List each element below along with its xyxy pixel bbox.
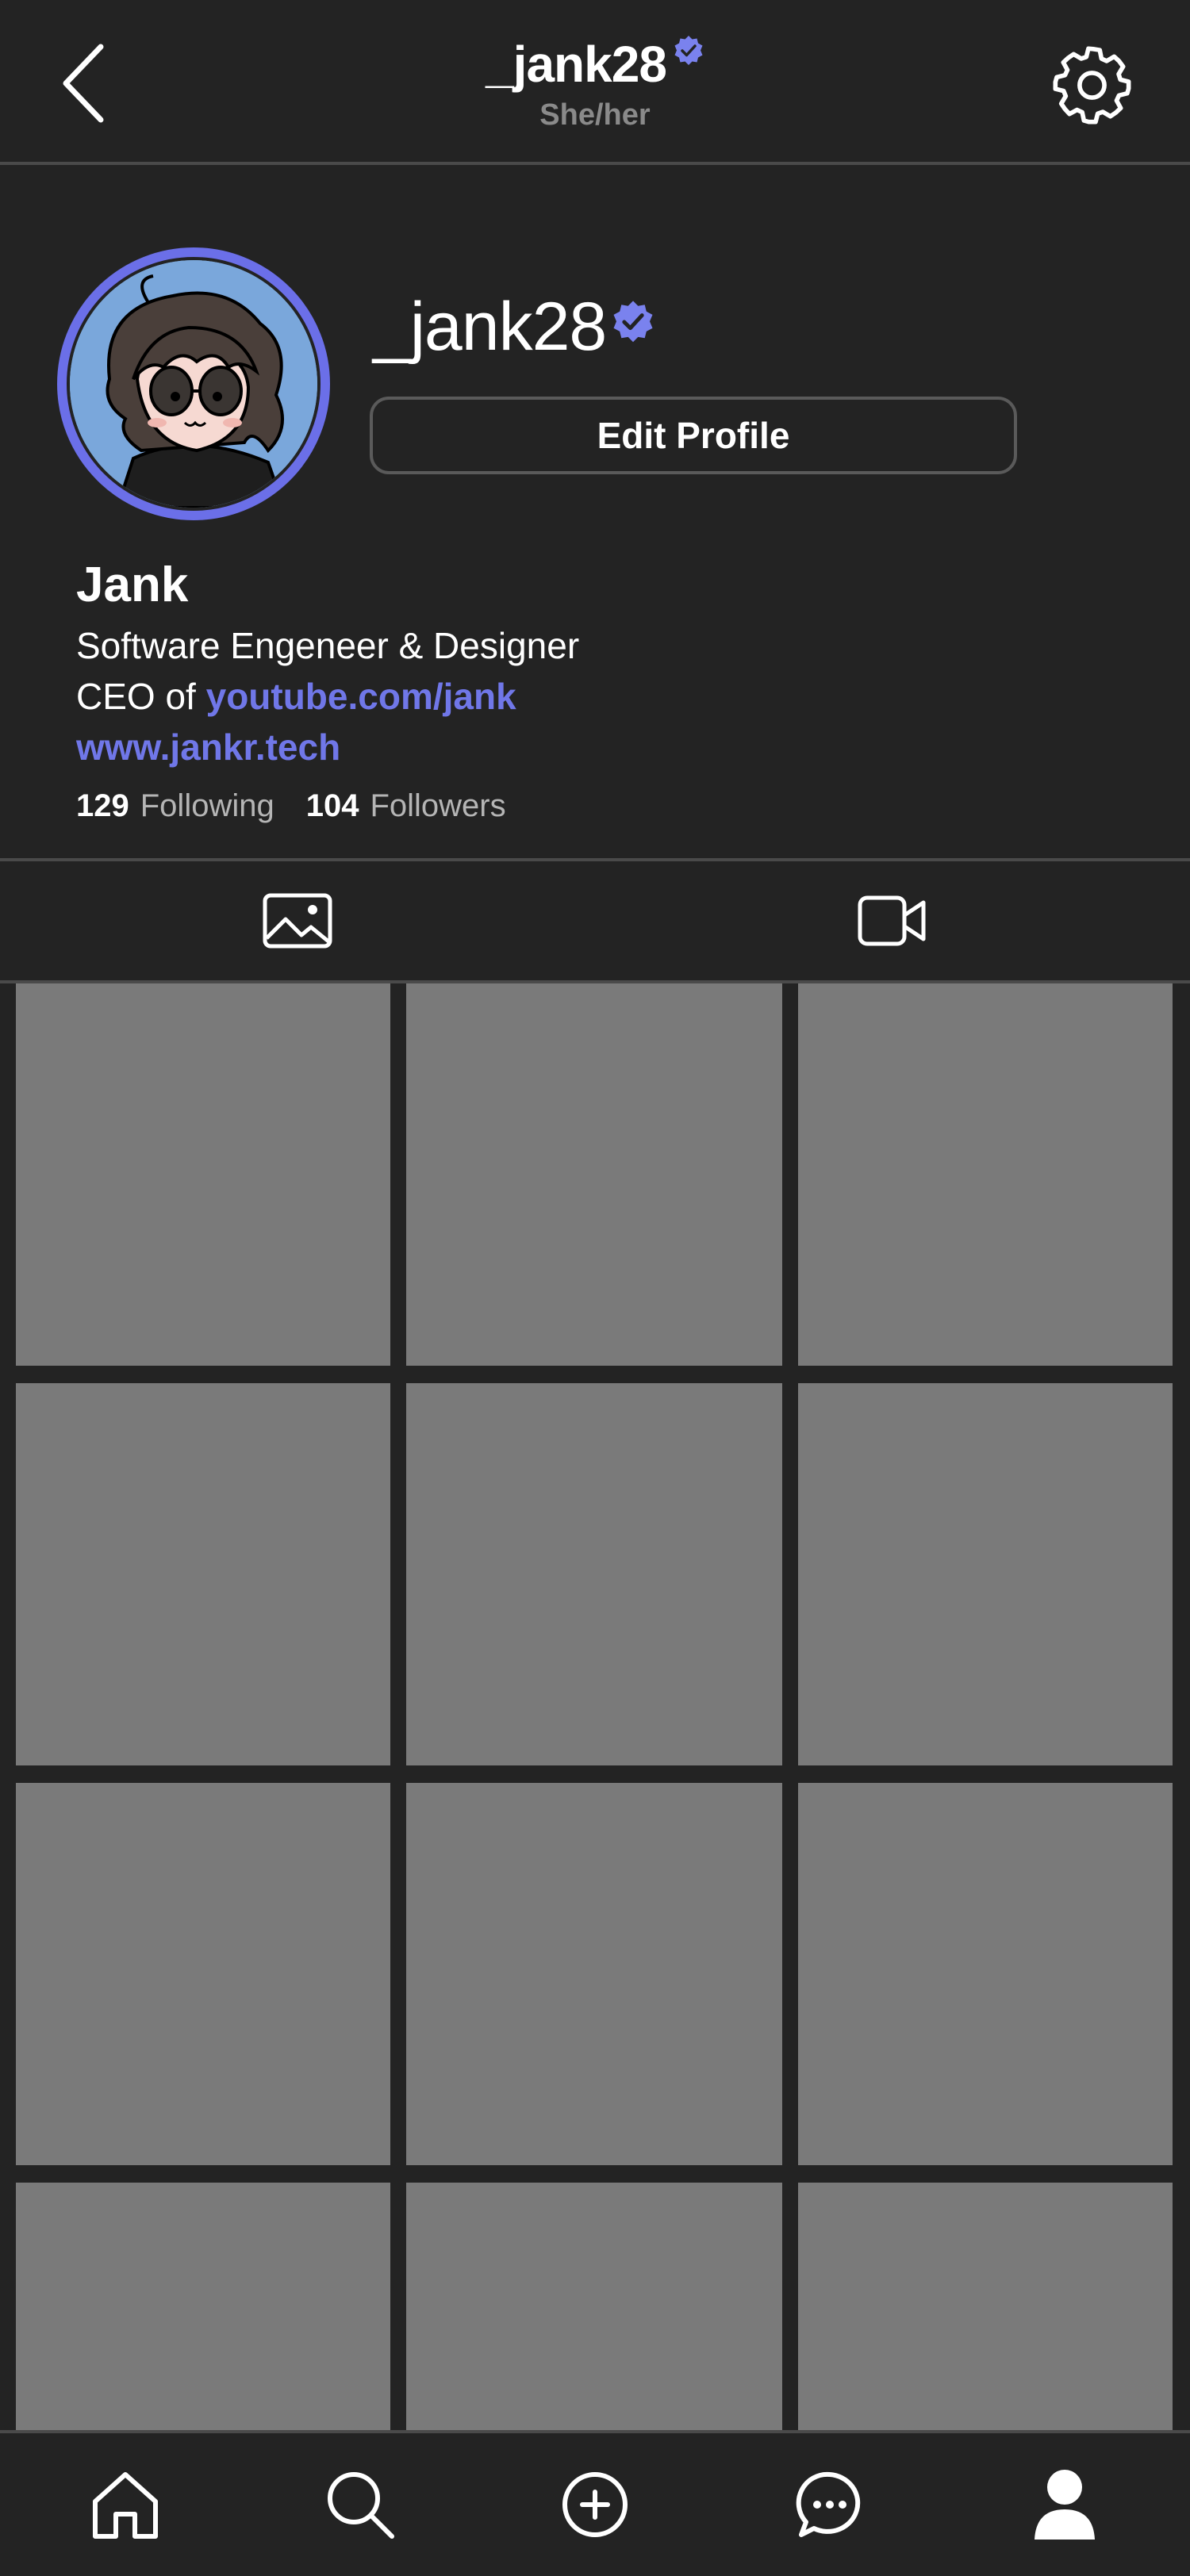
grid-item[interactable] bbox=[406, 983, 782, 1366]
profile-screen: _jank28 She/her _jank28 Edit Profile Jan… bbox=[0, 0, 1190, 2576]
tab-photos[interactable] bbox=[0, 861, 595, 980]
tab-videos[interactable] bbox=[595, 861, 1190, 980]
search-icon bbox=[322, 2467, 398, 2543]
profile-section: _jank28 Edit Profile Jank Software Engen… bbox=[0, 168, 1190, 858]
nav-profile[interactable] bbox=[1001, 2441, 1128, 2568]
followers-count: 104 bbox=[305, 788, 359, 823]
posts-grid bbox=[16, 983, 1173, 2430]
chat-icon bbox=[793, 2468, 866, 2541]
profile-icon bbox=[1033, 2467, 1096, 2543]
following-count: 129 bbox=[76, 788, 129, 823]
following-label: Following bbox=[140, 788, 274, 823]
grid-item[interactable] bbox=[406, 2183, 782, 2430]
bio: Software Engeneer & Designer CEO of yout… bbox=[76, 620, 579, 772]
profile-username: _jank28 bbox=[373, 289, 607, 365]
image-icon bbox=[262, 892, 333, 949]
grid-item[interactable] bbox=[16, 983, 390, 1366]
nav-messages[interactable] bbox=[766, 2441, 893, 2568]
avatar[interactable] bbox=[57, 247, 330, 520]
grid-item[interactable] bbox=[406, 1783, 782, 2165]
grid-item[interactable] bbox=[798, 983, 1173, 1366]
header-title-block: _jank28 She/her bbox=[0, 29, 1190, 133]
pronouns: She/her bbox=[539, 98, 651, 132]
grid-item[interactable] bbox=[16, 2183, 390, 2430]
top-header: _jank28 She/her bbox=[0, 0, 1190, 165]
bottom-nav bbox=[0, 2430, 1190, 2576]
bio-line: CEO of youtube.com/jank bbox=[76, 671, 579, 722]
display-name: Jank bbox=[76, 558, 189, 612]
avatar-image bbox=[70, 260, 317, 508]
home-icon bbox=[87, 2467, 163, 2543]
gear-icon bbox=[1052, 43, 1134, 125]
content-tabs bbox=[0, 858, 1190, 983]
grid-item[interactable] bbox=[406, 1383, 782, 1765]
bio-ceo-prefix: CEO of bbox=[76, 676, 206, 717]
video-camera-icon bbox=[857, 895, 928, 947]
header-title: _jank28 bbox=[486, 36, 667, 93]
grid-item[interactable] bbox=[798, 1383, 1173, 1765]
nav-create[interactable] bbox=[532, 2441, 658, 2568]
grid-item[interactable] bbox=[798, 2183, 1173, 2430]
following-stat[interactable]: 129 Following bbox=[76, 788, 274, 824]
username-row: _jank28 bbox=[373, 287, 655, 366]
followers-label: Followers bbox=[370, 788, 506, 823]
settings-button[interactable] bbox=[1044, 35, 1142, 133]
nav-home[interactable] bbox=[62, 2441, 189, 2568]
posts-grid-container bbox=[0, 983, 1190, 2430]
followers-stat[interactable]: 104 Followers bbox=[306, 788, 506, 824]
edit-profile-button[interactable]: Edit Profile bbox=[370, 397, 1017, 474]
verified-badge-icon bbox=[673, 35, 704, 67]
website-link[interactable]: www.jankr.tech bbox=[76, 722, 579, 772]
stats-row: 129 Following 104 Followers bbox=[76, 788, 506, 824]
nav-search[interactable] bbox=[297, 2441, 424, 2568]
grid-item[interactable] bbox=[16, 1383, 390, 1765]
youtube-link[interactable]: youtube.com/jank bbox=[206, 676, 516, 717]
grid-item[interactable] bbox=[798, 1783, 1173, 2165]
grid-item[interactable] bbox=[16, 1783, 390, 2165]
verified-badge-icon bbox=[611, 300, 655, 344]
add-circle-icon bbox=[560, 2470, 630, 2540]
bio-line: Software Engeneer & Designer bbox=[76, 625, 580, 666]
